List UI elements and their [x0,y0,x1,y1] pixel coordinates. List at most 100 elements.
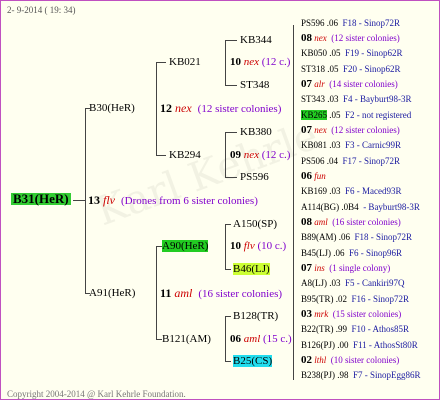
gen5-drone-desc: (10 sister colonies) [330,355,400,365]
connector [225,132,226,177]
footer-copyright: Copyright 2004-2014 @ Karl Kehrle Founda… [7,389,186,399]
gen5-queen[interactable]: B45(LJ) [301,248,331,258]
queen-kb380[interactable]: KB380 [240,126,272,138]
gen5-ref: F17 - Sinop72R [342,156,401,166]
gen5-queen[interactable]: ST318 [301,64,325,74]
queen-b128[interactable]: B128(TR) [233,310,278,322]
connector [225,40,226,85]
gen5-queen[interactable]: B22(TR) [301,324,334,334]
gen5-ref: F19 - Sinop62R [345,48,403,58]
gen5-line-queen: PS506 .04 F17 - Sinop72R [301,155,400,167]
queen-a91[interactable]: A91(HeR) [89,287,135,299]
b30-year: 12 [160,101,172,115]
gen5-year: .0B4 [341,202,359,212]
connector [225,40,237,41]
queen-a90[interactable]: A90(HeR) [162,240,209,252]
gen5-line-queen: A114(BG) .0B4 - Bayburt98-3R [301,201,420,213]
queen-b30[interactable]: B30(HeR) [89,102,135,114]
a90-desc: (10 c.) [257,240,287,252]
watermark: Karl Kehrle [90,112,325,236]
gen5-line-drones: 03 mrk (15 sister colonies) [301,308,401,320]
gen5-year: .05 [329,48,341,58]
connector [225,269,231,270]
gen5-queen[interactable]: A114(BG) [301,202,339,212]
queen-kb021[interactable]: KB021 [169,56,201,68]
queen-b46[interactable]: B46(LJ) [233,263,270,275]
kb294-race: nex [243,149,260,161]
gen5-queen[interactable]: ST343 [301,94,325,104]
gen5-ref: F5 - Cankiri97Q [345,278,405,288]
gen5-drone-desc: (12 sister colonies) [331,33,400,43]
gen5-year: .04 [326,156,339,166]
gen5-year: .03 [329,278,341,288]
connector [73,200,85,201]
root-queen[interactable]: B31(HeR) [11,192,71,205]
gen5-drone-year: 02 [301,354,312,366]
queen-b25[interactable]: B25(CS) [233,355,273,367]
gen5-queen[interactable]: KB050 [301,48,327,58]
connector [293,25,294,380]
root-desc: (Drones from 6 sister colonies) [121,195,258,207]
gen5-ref: F18 - Sinop72R [342,18,401,28]
a90-year: 10 [230,240,241,252]
gen5-year: .06 [326,18,339,28]
b121-desc: (15 c.) [263,333,292,345]
gen5-queen[interactable]: KB169 [301,186,327,196]
gen5-line-queen: B95(TR) .02 F16 - Sinop72R [301,293,409,305]
gen5-ref: F18 - Sinop72R [354,232,413,242]
connector [225,361,231,362]
gen5-line-drones: 07 alr (14 sister colonies) [301,78,398,90]
gen5-drone-year: 06 [301,170,312,182]
gen5-line-drones: 07 ins (1 single colony) [301,262,390,274]
connector [225,316,226,361]
root-race: flv [103,193,115,207]
gen5-queen[interactable]: B89(AM) [301,232,337,242]
connector [156,62,166,63]
gen5-queen[interactable]: KB265 [301,110,328,120]
queen-kb294[interactable]: KB294 [169,149,201,161]
connector [225,224,231,225]
pedigree-frame: { "header": {"datetime": "2- 9-2014 ( 19… [0,0,440,400]
header-datetime: 2- 9-2014 ( 19: 34) [7,5,76,15]
gen5-queen[interactable]: PS596 [301,18,325,28]
gen5-year: .05 [327,64,339,74]
queen-kb344[interactable]: KB344 [240,34,272,46]
gen5-drone-race: nex [314,125,327,135]
gen5-drone-race: mrk [314,309,329,319]
gen5-year: .03 [327,94,339,104]
a91-info: 11 aml (16 sister colonies) [160,287,282,300]
gen5-year: .98 [337,370,349,380]
gen5-ref: F2 - not registered [345,110,412,120]
gen5-queen[interactable]: B126(PJ) [301,340,335,350]
gen5-drone-desc: (1 single colony) [329,263,391,273]
gen5-line-drones: 06 fun [301,170,330,182]
queen-ps596[interactable]: PS596 [240,171,269,183]
a91-year: 11 [160,286,172,300]
gen5-drone-year: 03 [301,308,312,320]
gen5-queen[interactable]: A8(LJ) [301,278,327,288]
gen5-ref: F3 - Carnic99R [345,140,402,150]
gen5-ref: F6 - Sinop96R [349,248,403,258]
gen5-line-drones: 07 nex (12 sister colonies) [301,124,400,136]
gen5-line-queen: ST318 .05 F20 - Sinop62R [301,63,401,75]
b121-info: 06 aml (15 c.) [230,333,292,345]
kb021-info: 10 nex (12 c.) [230,56,290,68]
gen5-ref: - Bayburt98-3R [363,202,420,212]
queen-b121[interactable]: B121(AM) [162,333,211,345]
gen5-drone-year: 07 [301,262,312,274]
gen5-queen[interactable]: PS506 [301,156,325,166]
kb294-info: 09 nex (12 c.) [230,149,290,161]
connector [225,177,237,178]
gen5-drone-desc: (15 sister colonies) [332,309,402,319]
gen5-drone-race: nex [314,33,327,43]
gen5-year: .05 [329,110,341,120]
gen5-queen[interactable]: KB081 [301,140,327,150]
queen-a150[interactable]: A150(SP) [233,218,277,230]
gen5-drone-race: lthl [314,355,327,365]
gen5-queen[interactable]: B95(TR) [301,294,334,304]
connector [225,224,226,269]
b121-year: 06 [230,333,241,345]
gen5-queen[interactable]: B238(PJ) [301,370,335,380]
queen-st348[interactable]: ST348 [240,79,269,91]
kb021-race: nex [243,56,260,68]
